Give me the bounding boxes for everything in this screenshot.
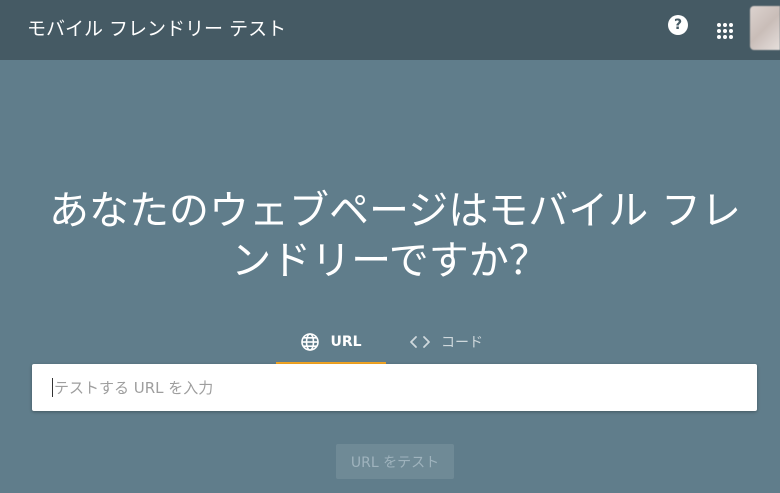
url-input-container <box>32 364 757 411</box>
text-caret <box>52 378 53 397</box>
page-title-line-2: ンドリーですか？ <box>231 238 549 284</box>
tab-url-label: URL <box>330 334 362 350</box>
page-title: あなたのウェブページはモバイル フレ ンドリーですか？ <box>0 186 780 286</box>
test-url-button[interactable]: URL をテスト <box>336 444 454 479</box>
app-header: モバイル フレンドリー テスト ? <box>0 0 780 60</box>
code-brackets-icon <box>409 334 431 350</box>
globe-icon <box>300 332 320 352</box>
page-title-line-1: あなたのウェブページはモバイル フレ <box>49 188 741 234</box>
help-icon[interactable]: ? <box>668 15 688 35</box>
avatar[interactable] <box>750 6 780 50</box>
tab-code[interactable]: コード <box>386 322 506 362</box>
input-mode-tabs: URL コード <box>276 322 506 365</box>
app-title: モバイル フレンドリー テスト <box>27 18 287 40</box>
apps-grid-icon[interactable] <box>714 20 736 42</box>
url-input[interactable] <box>32 364 757 411</box>
tab-code-label: コード <box>441 335 483 351</box>
tab-url[interactable]: URL <box>276 322 386 365</box>
